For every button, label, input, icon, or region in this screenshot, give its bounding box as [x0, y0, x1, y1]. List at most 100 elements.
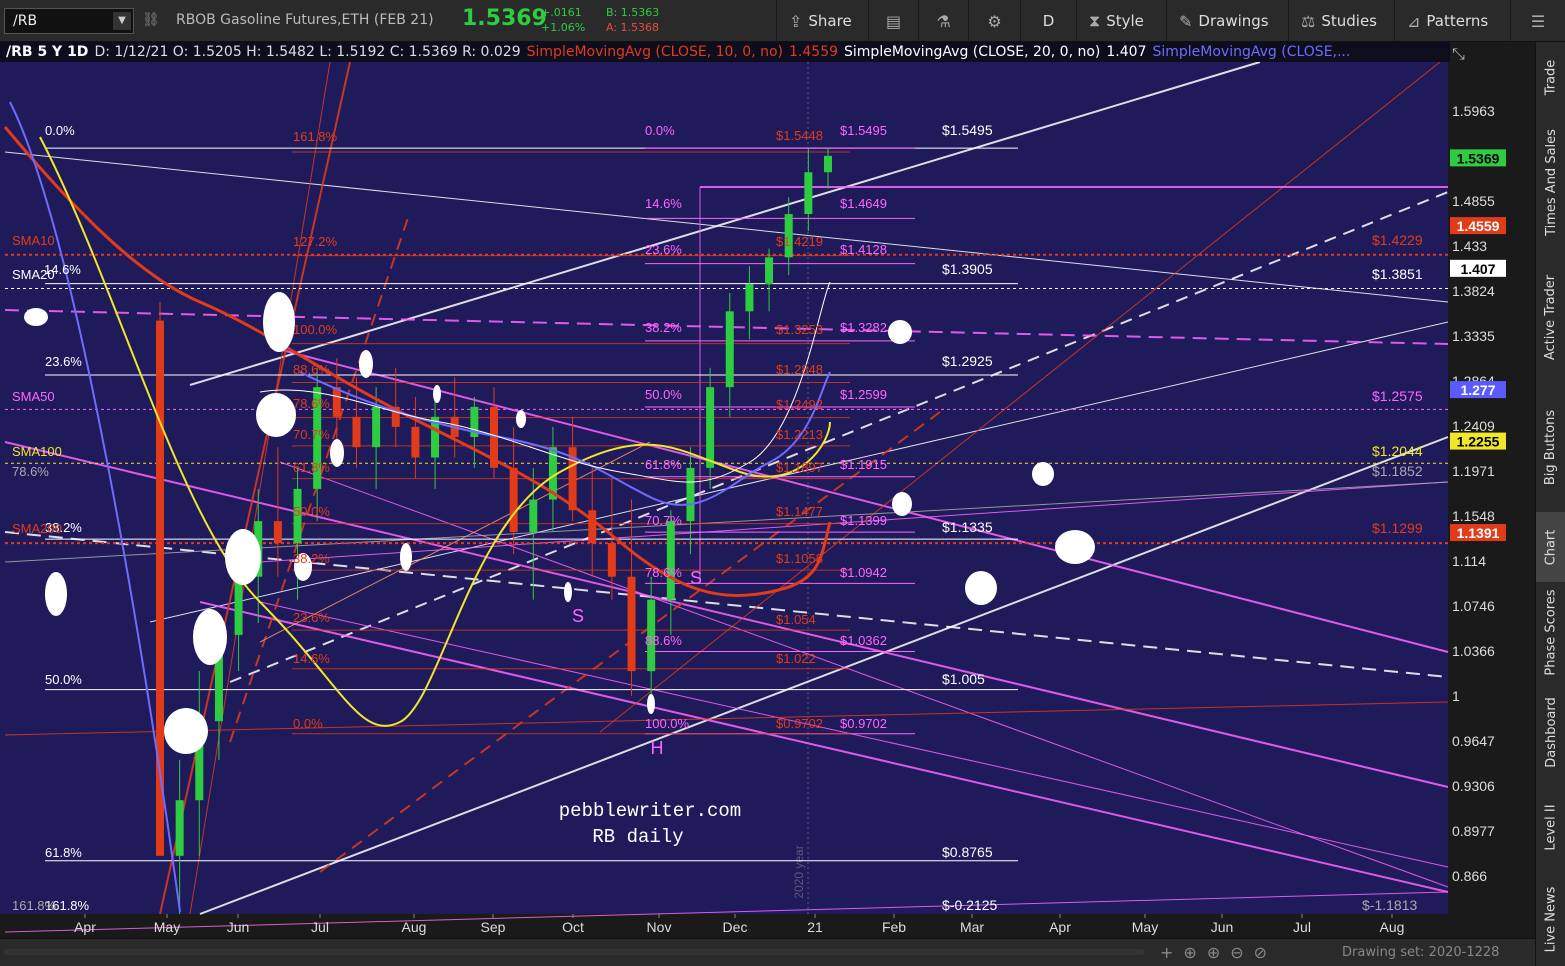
candle-body	[804, 172, 813, 215]
plus-icon[interactable]: +	[1160, 943, 1183, 962]
fib-red-price-label: $1.1058	[776, 551, 823, 566]
study-sma20[interactable]: SimpleMovingAvg (CLOSE, 20, 0, no)	[841, 44, 1103, 60]
bid-price: B: 1.5363	[606, 6, 660, 19]
fib-red-pct-label: 100.0%	[293, 322, 338, 337]
fib-red-pct-label: 88.6%	[293, 362, 330, 377]
pivot-marker	[647, 694, 655, 714]
share-button[interactable]: ⇪ Share	[776, 0, 868, 42]
y-tick-label: 1.3335	[1452, 328, 1495, 344]
bottom-bar: +⊕⊕⊖⊘ Drawing set: 2020-1228	[0, 938, 1535, 966]
side-tab-level-ii[interactable]: Level II	[1536, 782, 1565, 872]
y-tick-label: 1.0746	[1452, 598, 1495, 614]
patterns-icon: ⊿	[1407, 11, 1421, 31]
fib-red-pct-label: 78.6%	[293, 396, 330, 411]
studies-button[interactable]: ⚖ Studies	[1288, 0, 1394, 42]
zoom-fit-icon[interactable]: ⊘	[1254, 943, 1277, 962]
pivot-marker	[1032, 462, 1054, 486]
link-icon[interactable]: ⛓	[142, 12, 160, 28]
side-tab-times-and-sales[interactable]: Times And Sales	[1536, 112, 1565, 252]
price-badge-label: 1.5369	[1457, 150, 1500, 166]
side-tab-label: Big Buttons	[1543, 409, 1559, 485]
x-tick-label: Mar	[960, 919, 984, 935]
fib-red-price-label: $1.2848	[776, 362, 823, 377]
chart-symbol[interactable]: /RB 5 Y 1D	[0, 44, 91, 60]
watermark-line: RB daily	[592, 826, 683, 848]
symbol-input[interactable]: /RB ▼	[4, 8, 134, 34]
drawings-button[interactable]: ✎ Drawings	[1166, 0, 1288, 42]
crosshair-icon[interactable]: ⊕	[1183, 943, 1206, 962]
fib-pct-label: 88.6%	[645, 633, 682, 648]
fib-red-price-label: $1.1897	[776, 460, 823, 475]
y-tick-label: 0.9647	[1452, 733, 1495, 749]
zoom-out-icon[interactable]: ⊖	[1230, 943, 1253, 962]
style-button[interactable]: ⧗ Style	[1076, 0, 1166, 42]
flask-button[interactable]: ⚗	[918, 0, 968, 42]
left-misc-label: 78.6%	[12, 464, 49, 479]
side-tab-live-news[interactable]: Live News	[1536, 872, 1565, 966]
side-tab-active-trader[interactable]: Active Trader	[1536, 252, 1565, 382]
y-tick-label: 1.1971	[1452, 463, 1495, 479]
patterns-button[interactable]: ⊿ Patterns	[1394, 0, 1510, 42]
side-tab-label: Times And Sales	[1543, 128, 1559, 236]
x-tick-label: 21	[807, 919, 823, 935]
sma-right-label: $1.3851	[1372, 266, 1423, 282]
fib-price-label: $1.4649	[840, 196, 887, 211]
fib-pct-label: 61.8%	[645, 457, 682, 472]
pivot-marker	[516, 410, 526, 428]
study-sma50[interactable]: SimpleMovingAvg (CLOSE,...	[1149, 44, 1353, 60]
watermark-line: pebblewriter.com	[559, 800, 741, 822]
drawing-set[interactable]: Drawing set: 2020-1228	[1342, 945, 1499, 960]
x-tick-label: Apr	[1049, 919, 1071, 935]
pivot-marker	[45, 572, 67, 616]
zoom-controls[interactable]: +⊕⊕⊖⊘	[1160, 943, 1277, 962]
side-tab-trade[interactable]: Trade	[1536, 42, 1565, 112]
study-sma10[interactable]: SimpleMovingAvg (CLOSE, 10, 0, no)	[524, 44, 786, 60]
x-tick-label: Apr	[74, 919, 96, 935]
fib-price-label: $1.4128	[840, 242, 887, 257]
pivot-marker	[263, 292, 295, 352]
side-tabs: Trade Times And Sales Active Trader Big But…	[1535, 42, 1565, 966]
candle-body	[725, 311, 734, 388]
fib-red-price-label: $1.2213	[776, 427, 823, 442]
fib-red-price-label: $1.3253	[776, 322, 823, 337]
symbol-text: /RB	[13, 13, 38, 29]
settings-button[interactable]: ⚙	[968, 0, 1020, 42]
fib-price-label: $1.0942	[840, 565, 887, 580]
menu-button[interactable]: ☰	[1510, 0, 1565, 42]
ask-price: A: 1.5368	[606, 21, 660, 34]
fib-right-label: $1.005	[942, 671, 985, 687]
pivot-marker	[24, 308, 48, 326]
candle-body	[332, 387, 341, 417]
side-tab-phase-scores[interactable]: Phase Scores	[1536, 582, 1565, 682]
expand-icon[interactable]: ⤡	[1452, 44, 1465, 64]
gear-icon: ⚙	[987, 11, 1002, 31]
top-toolbar: /RB ▼ ⛓ RBOB Gasoline Futures,ETH (FEB 2…	[0, 0, 1565, 42]
fib-pct-label: 23.6%	[645, 242, 682, 257]
pivot-marker	[433, 385, 441, 403]
x-tick-label: Aug	[402, 919, 427, 935]
candle-icon: ⧗	[1089, 11, 1101, 30]
chevron-down-icon[interactable]: ▼	[113, 12, 131, 30]
fib-pct-label: 100.0%	[645, 716, 690, 731]
drawings-label: Drawings	[1198, 12, 1269, 30]
candle-body	[745, 284, 754, 312]
side-tab-big-buttons[interactable]: Big Buttons	[1536, 382, 1565, 512]
pivot-marker	[965, 571, 997, 605]
side-tab-chart[interactable]: Chart	[1536, 512, 1565, 582]
horizontal-scrollbar[interactable]	[4, 949, 1144, 955]
zoom-in-icon[interactable]: ⊕	[1207, 943, 1230, 962]
fib-right-label: $0.8765	[942, 844, 993, 860]
aggregation-label: D	[1042, 12, 1055, 30]
notes-button[interactable]: ▤	[868, 0, 918, 42]
fib-red-price-label: $1.1477	[776, 504, 823, 519]
x-tick-label: Jul	[1293, 919, 1311, 935]
side-tab-label: Active Trader	[1543, 274, 1559, 360]
fib-pct-label: 38.2%	[645, 320, 682, 335]
fib-pct-label: 50.0%	[645, 387, 682, 402]
side-tab-dashboard[interactable]: Dashboard	[1536, 682, 1565, 782]
price-chart[interactable]: 2020 year0.0%23.6%38.2%50.0%61.8%161.8%$…	[0, 42, 1535, 938]
fib-price-label: $1.1399	[840, 513, 887, 528]
chart-area[interactable]: 2020 year 0.0% 23.6% 38.2% 50.0% 61.8% 161.8% $…	[0, 42, 1535, 938]
y-tick-label: 0.866	[1452, 868, 1487, 884]
aggregation-button[interactable]: D	[1020, 0, 1076, 42]
